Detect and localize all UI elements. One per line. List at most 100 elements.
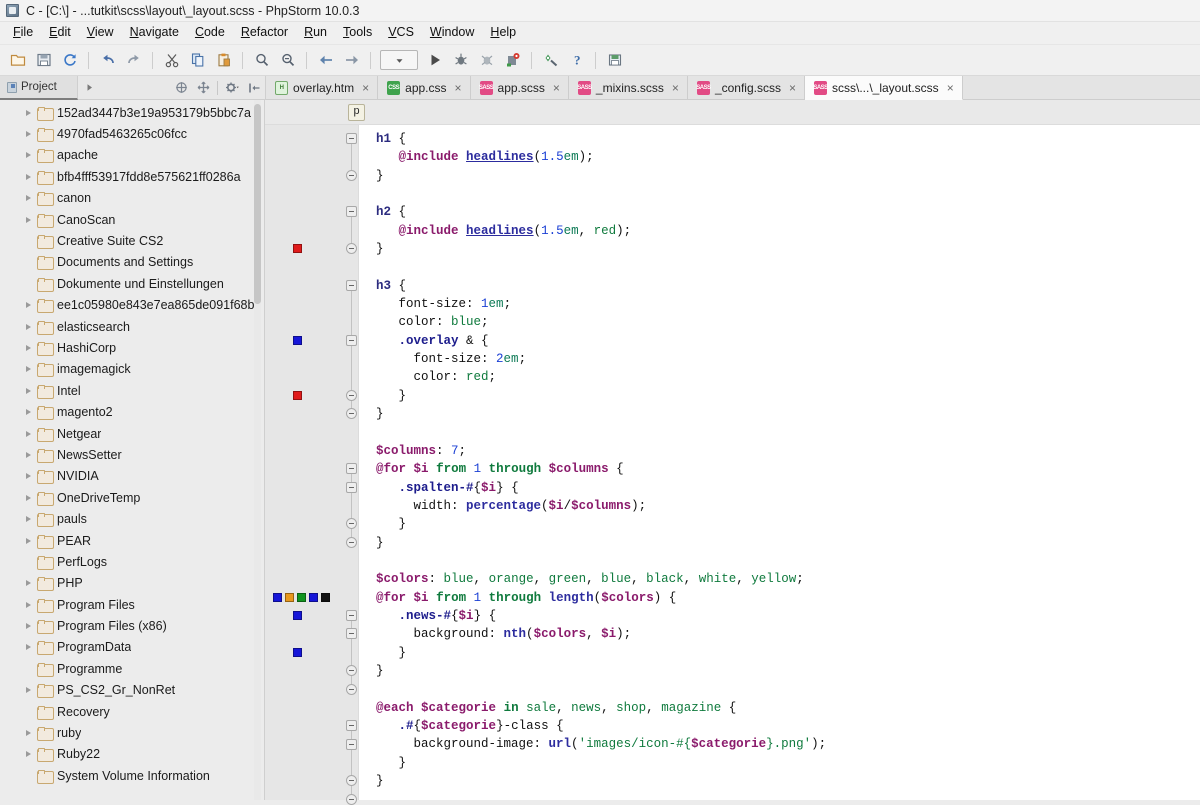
tree-item[interactable]: 4970fad5463265c06fcc xyxy=(0,123,264,144)
fold-end-icon[interactable] xyxy=(346,169,357,181)
tree-item[interactable]: bfb4fff53917fdd8e575621ff0286a xyxy=(0,166,264,187)
chevron-right-icon[interactable] xyxy=(22,430,35,437)
chevron-right-icon[interactable] xyxy=(22,409,35,416)
tree-item[interactable]: NewsSetter xyxy=(0,444,264,465)
tree-item[interactable]: OneDriveTemp xyxy=(0,487,264,508)
color-swatch[interactable] xyxy=(293,611,302,621)
source-code[interactable]: h1 { @include headlines(1.5em);} h2 { @i… xyxy=(359,125,1200,800)
fold-end-icon[interactable] xyxy=(346,775,357,787)
project-tool-button[interactable]: Project xyxy=(0,76,78,100)
color-swatch[interactable] xyxy=(293,647,302,657)
chevron-right-icon[interactable] xyxy=(22,601,35,608)
menu-item-refactor[interactable]: Refactor xyxy=(233,24,296,42)
sync-icon[interactable] xyxy=(57,48,82,72)
chevron-right-icon[interactable] xyxy=(22,344,35,351)
fold-toggle-icon[interactable] xyxy=(346,334,357,346)
fold-end-icon[interactable] xyxy=(346,389,357,401)
tree-item[interactable]: Programme xyxy=(0,658,264,679)
run-icon[interactable] xyxy=(422,48,447,72)
menu-item-tools[interactable]: Tools xyxy=(335,24,380,42)
breadcrumb-item[interactable]: p xyxy=(348,103,365,121)
chevron-right-icon[interactable] xyxy=(22,131,35,138)
menu-item-edit[interactable]: Edit xyxy=(41,24,79,42)
tree-item[interactable]: pauls xyxy=(0,508,264,529)
tree-item[interactable]: Creative Suite CS2 xyxy=(0,230,264,251)
hide-panel-icon[interactable] xyxy=(243,77,265,99)
fold-end-icon[interactable] xyxy=(346,518,357,530)
editor-tab-0[interactable]: Hoverlay.htm × xyxy=(266,76,379,100)
tree-item[interactable]: ProgramData xyxy=(0,637,264,658)
chevron-right-icon[interactable] xyxy=(22,173,35,180)
tree-item[interactable]: Netgear xyxy=(0,423,264,444)
chevron-right-icon[interactable] xyxy=(22,537,35,544)
find-icon[interactable] xyxy=(249,48,274,72)
chevron-right-icon[interactable] xyxy=(22,387,35,394)
undo-icon[interactable] xyxy=(95,48,120,72)
chevron-right-icon[interactable] xyxy=(22,109,35,116)
menu-item-code[interactable]: Code xyxy=(187,24,233,42)
fold-end-icon[interactable] xyxy=(346,683,357,695)
editor-tab-1[interactable]: CSS app.css × xyxy=(378,76,471,100)
tree-item[interactable]: PHP xyxy=(0,573,264,594)
menu-item-run[interactable]: Run xyxy=(296,24,335,42)
chevron-right-icon[interactable] xyxy=(22,302,35,309)
cut-icon[interactable] xyxy=(159,48,184,72)
fold-toggle-icon[interactable] xyxy=(346,720,357,732)
close-icon[interactable]: × xyxy=(947,81,954,95)
close-icon[interactable]: × xyxy=(789,81,796,95)
replace-icon[interactable] xyxy=(275,48,300,72)
chevron-right-icon[interactable] xyxy=(22,473,35,480)
chevron-right-icon[interactable] xyxy=(22,730,35,737)
menu-item-view[interactable]: View xyxy=(79,24,122,42)
color-swatch[interactable] xyxy=(321,592,330,602)
tree-item[interactable]: imagemagick xyxy=(0,359,264,380)
tree-item[interactable]: Documents and Settings xyxy=(0,252,264,273)
tree-item[interactable]: magento2 xyxy=(0,401,264,422)
project-tree-scrollbar[interactable] xyxy=(254,104,261,304)
tree-item[interactable]: NVIDIA xyxy=(0,466,264,487)
color-swatch[interactable] xyxy=(293,244,302,254)
tree-item[interactable]: HashiCorp xyxy=(0,337,264,358)
chevron-right-icon[interactable] xyxy=(22,195,35,202)
color-swatch[interactable] xyxy=(285,592,294,602)
fold-toggle-icon[interactable] xyxy=(346,463,357,475)
close-icon[interactable]: × xyxy=(553,81,560,95)
settings-icon[interactable] xyxy=(538,48,563,72)
color-swatch[interactable] xyxy=(293,390,302,400)
menu-item-navigate[interactable]: Navigate xyxy=(122,24,187,42)
editor-tab-3[interactable]: SASS _mixins.scss × xyxy=(568,76,688,100)
close-icon[interactable]: × xyxy=(455,81,462,95)
editor-tab-5[interactable]: SASS scss\...\_layout.scss × xyxy=(804,76,963,100)
color-swatch[interactable] xyxy=(297,592,306,602)
forward-icon[interactable] xyxy=(339,48,364,72)
run-config-dropdown[interactable] xyxy=(380,50,418,70)
database-icon[interactable] xyxy=(602,48,627,72)
expand-arrow-icon[interactable] xyxy=(78,77,100,99)
tree-item[interactable]: Dokumente und Einstellungen xyxy=(0,273,264,294)
fold-end-icon[interactable] xyxy=(346,793,357,805)
tree-item[interactable]: canon xyxy=(0,188,264,209)
tree-item[interactable]: Program Files (x86) xyxy=(0,615,264,636)
tree-item[interactable]: PerfLogs xyxy=(0,551,264,572)
back-icon[interactable] xyxy=(313,48,338,72)
tree-item[interactable]: CanoScan xyxy=(0,209,264,230)
fold-toggle-icon[interactable] xyxy=(346,738,357,750)
chevron-right-icon[interactable] xyxy=(22,152,35,159)
tree-item[interactable]: elasticsearch xyxy=(0,316,264,337)
chevron-right-icon[interactable] xyxy=(22,323,35,330)
fold-gutter[interactable] xyxy=(345,125,359,805)
fold-toggle-icon[interactable] xyxy=(346,133,357,144)
scroll-from-source-icon[interactable] xyxy=(192,77,214,99)
copy-icon[interactable] xyxy=(185,48,210,72)
chevron-right-icon[interactable] xyxy=(22,644,35,651)
coverage-icon[interactable] xyxy=(474,48,499,72)
editor-tab-4[interactable]: SASS _config.scss × xyxy=(687,76,805,100)
menu-item-help[interactable]: Help xyxy=(482,24,524,42)
fold-end-icon[interactable] xyxy=(346,665,357,677)
tree-item[interactable]: apache xyxy=(0,145,264,166)
color-swatch[interactable] xyxy=(273,592,282,602)
color-swatch[interactable] xyxy=(293,335,302,345)
help-icon[interactable]: ? xyxy=(564,48,589,72)
chevron-right-icon[interactable] xyxy=(22,687,35,694)
menu-item-file[interactable]: File xyxy=(5,24,41,42)
